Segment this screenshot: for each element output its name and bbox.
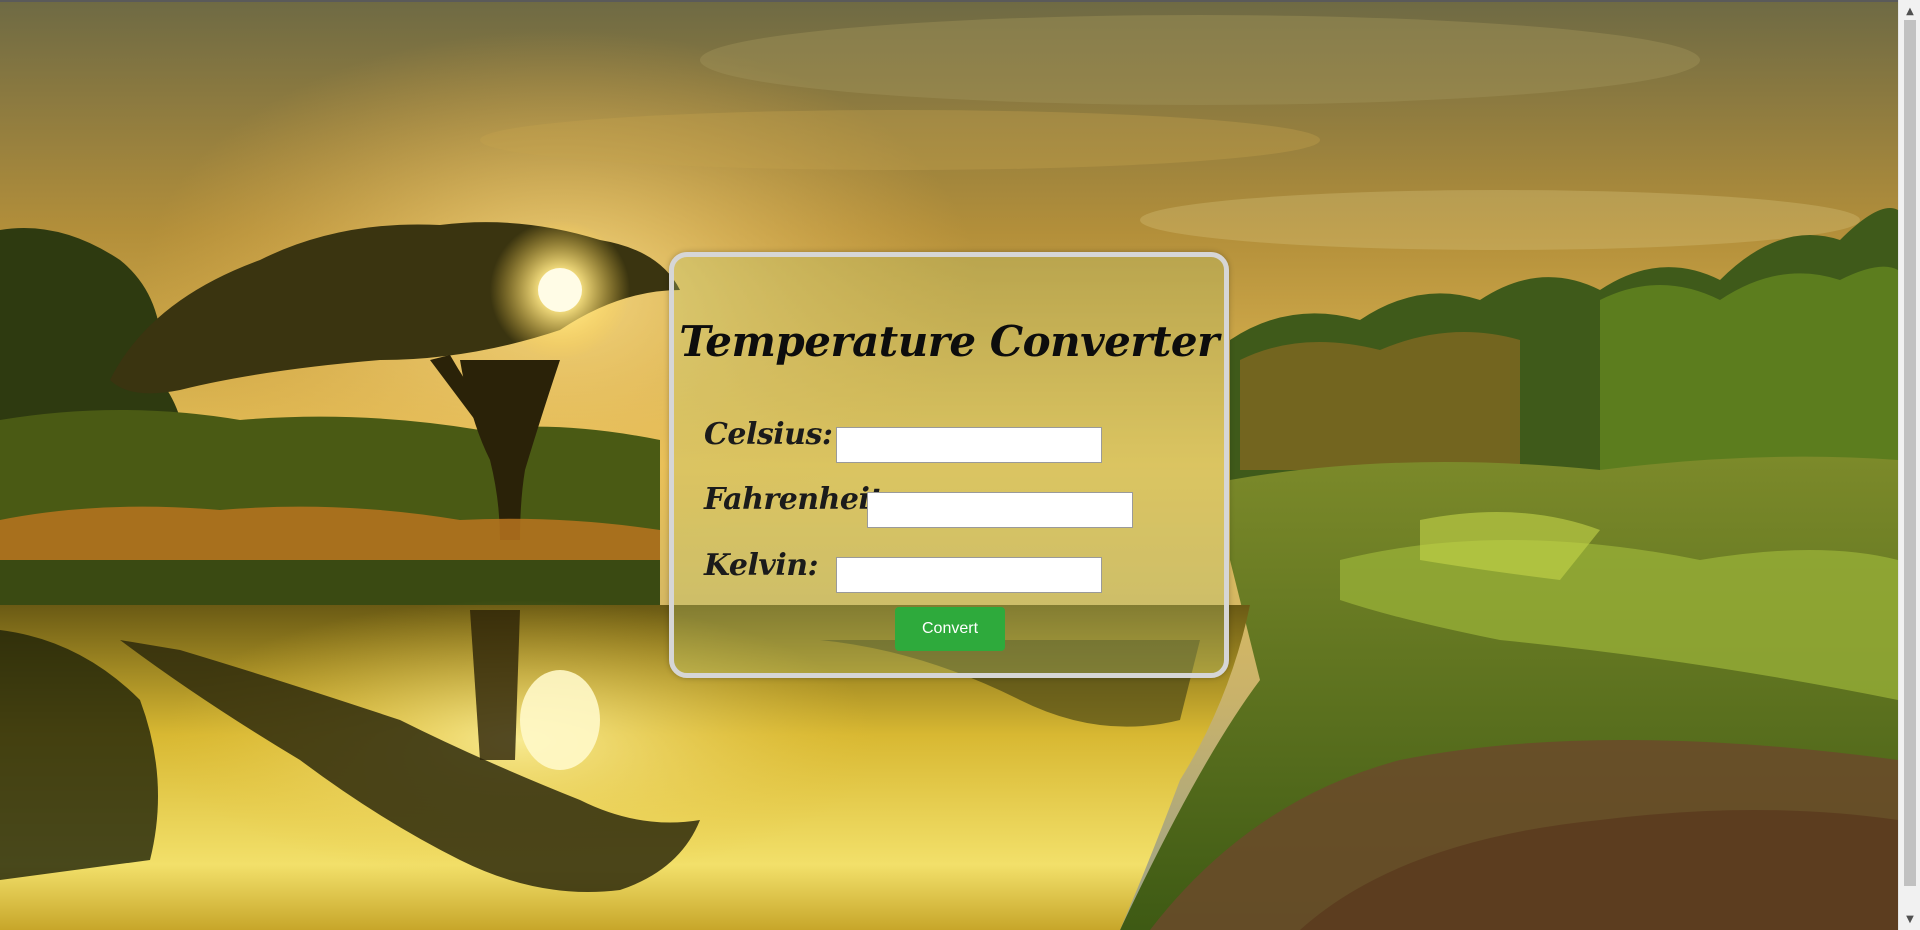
scroll-down-icon[interactable]: ▼ <box>1899 910 1920 928</box>
scrollbar-thumb[interactable] <box>1904 20 1916 886</box>
kelvin-input[interactable] <box>836 557 1102 593</box>
celsius-label: Celsius: <box>704 417 833 452</box>
scroll-up-icon[interactable]: ▲ <box>1899 2 1920 20</box>
converter-panel: Temperature Converter Celsius: Fahrenhei… <box>669 252 1229 678</box>
page: Temperature Converter Celsius: Fahrenhei… <box>0 0 1920 930</box>
fahrenheit-label: Fahrenheit: <box>704 482 894 517</box>
window-top-border <box>0 0 1920 2</box>
vertical-scrollbar[interactable]: ▲ ▼ <box>1898 0 1920 930</box>
kelvin-label: Kelvin: <box>704 548 819 583</box>
convert-button[interactable]: Convert <box>895 607 1005 651</box>
page-title: Temperature Converter <box>679 317 1219 366</box>
fahrenheit-input[interactable] <box>867 492 1133 528</box>
celsius-input[interactable] <box>836 427 1102 463</box>
